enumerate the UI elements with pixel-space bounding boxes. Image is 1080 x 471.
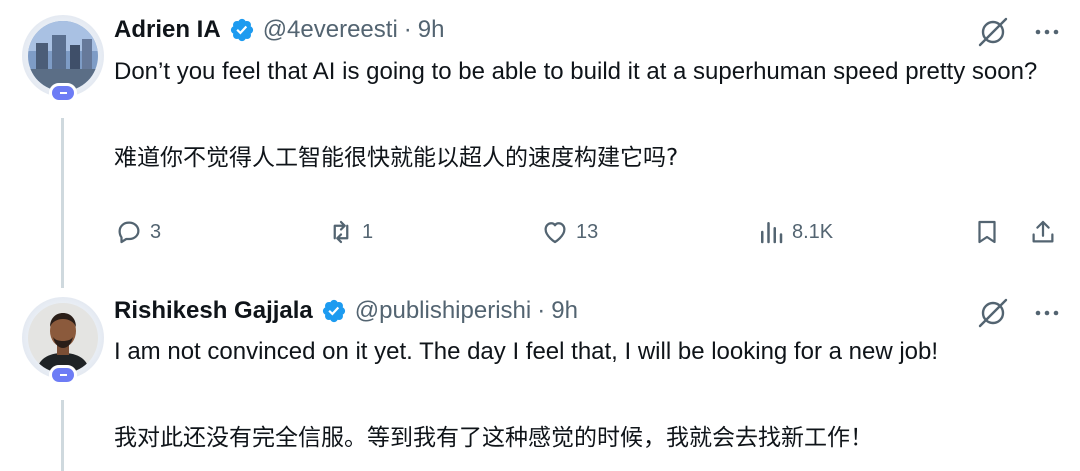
- tweet-text-translation: 我对此还没有完全信服。等到我有了这种感觉的时候，我就会去找新工作！: [114, 425, 873, 451]
- reply-count: 3: [150, 220, 162, 243]
- repost-icon: [333, 220, 349, 244]
- tweet-actions: 3 1 13 8.1K: [114, 214, 1060, 250]
- grok-icon[interactable]: [976, 296, 1010, 330]
- bookmark-button[interactable]: [972, 214, 1002, 250]
- timestamp[interactable]: 9h: [418, 16, 445, 44]
- like-button[interactable]: 13: [540, 214, 598, 250]
- repost-count: 1: [362, 220, 374, 243]
- like-count: 13: [576, 220, 599, 243]
- label-badge: [49, 83, 77, 103]
- verified-badge-icon: [322, 299, 345, 323]
- bookmark-icon: [978, 220, 996, 244]
- separator-dot: ·: [403, 16, 412, 43]
- avatar[interactable]: [22, 15, 104, 103]
- tweet-text: I am not convinced on it yet. The day I …: [114, 338, 939, 365]
- author-name[interactable]: Rishikesh Gajjala: [114, 297, 313, 325]
- share-icon: [1032, 220, 1054, 243]
- verified-badge-icon: [230, 18, 253, 42]
- more-icon[interactable]: [1034, 300, 1060, 326]
- views-count: 8.1K: [792, 220, 834, 243]
- views-button[interactable]: 8.1K: [756, 214, 833, 250]
- reply-button[interactable]: 3: [114, 214, 161, 250]
- avatar-image: [28, 303, 98, 373]
- tweet-tools: [976, 15, 1060, 49]
- tweet-text-translation: 难道你不觉得人工智能很快就能以超人的速度构建它吗?: [114, 145, 679, 171]
- tweet-header: Rishikesh Gajjala @publishiperishi · 9h: [114, 294, 578, 328]
- author-handle[interactable]: @4evereesti: [263, 16, 398, 44]
- author-handle[interactable]: @publishiperishi: [355, 297, 531, 325]
- reply-icon: [118, 221, 140, 244]
- avatar-image: [28, 21, 98, 91]
- tweet-text: Don’t you feel that AI is going to be ab…: [114, 58, 1038, 85]
- like-icon: [544, 222, 566, 244]
- thread-line: [61, 118, 64, 288]
- more-icon[interactable]: [1034, 19, 1060, 45]
- views-icon: [761, 222, 783, 244]
- separator-dot: ·: [537, 297, 546, 324]
- share-button[interactable]: [1028, 214, 1058, 250]
- timestamp[interactable]: 9h: [551, 297, 578, 325]
- label-badge: [49, 365, 77, 385]
- author-name[interactable]: Adrien IA: [114, 16, 221, 44]
- thread-line: [61, 400, 64, 471]
- repost-button[interactable]: 1: [326, 214, 373, 250]
- tweet-tools: [976, 296, 1060, 330]
- grok-icon[interactable]: [976, 15, 1010, 49]
- avatar[interactable]: [22, 297, 104, 385]
- tweet-header: Adrien IA @4evereesti · 9h: [114, 13, 444, 47]
